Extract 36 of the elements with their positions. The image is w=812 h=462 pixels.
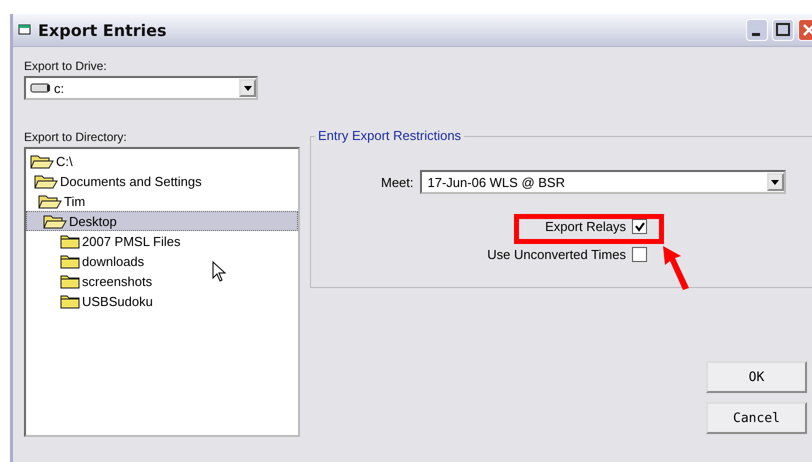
folder-item[interactable]: Desktop <box>26 211 298 231</box>
minimize-button[interactable] <box>746 19 768 41</box>
checkbox[interactable] <box>632 247 647 262</box>
group-title: Entry Export Restrictions <box>315 128 464 143</box>
folder-icon <box>60 253 80 269</box>
directory-label: Export to Directory: <box>24 130 128 144</box>
mouse-cursor-icon <box>212 261 226 283</box>
checkbox[interactable] <box>632 219 647 234</box>
folder-icon <box>60 293 80 309</box>
folder-item[interactable]: downloads <box>26 251 298 271</box>
folder-item[interactable]: Tim <box>26 191 298 211</box>
open-folder-icon <box>43 213 67 229</box>
drive-dropdown[interactable]: c: <box>24 76 258 100</box>
window-icon <box>18 24 32 36</box>
folder-item[interactable]: screenshots <box>26 271 298 291</box>
meet-label: Meet: <box>381 174 414 190</box>
dialog-button[interactable]: OK <box>706 361 807 393</box>
window-title: Export Entries <box>38 20 167 40</box>
folder-icon <box>60 233 80 249</box>
drive-label: Export to Drive: <box>24 59 108 73</box>
dropdown-arrow-icon <box>771 180 780 184</box>
folder-item[interactable]: 2007 PMSL Files <box>26 231 298 251</box>
open-folder-icon <box>38 193 62 209</box>
dialog-button[interactable]: Cancel <box>706 402 807 434</box>
open-folder-icon <box>34 173 58 189</box>
folder-item[interactable]: USBSudoku <box>26 291 298 311</box>
option-label: Export Relays <box>545 219 626 234</box>
folder-icon <box>60 273 80 289</box>
folder-item[interactable]: C:\ <box>26 151 298 171</box>
drive-icon <box>30 82 52 94</box>
maximize-button[interactable] <box>772 19 794 41</box>
open-folder-icon <box>30 153 54 169</box>
dropdown-arrow-icon <box>244 86 252 90</box>
folder-item[interactable]: Documents and Settings <box>26 171 298 191</box>
meet-dropdown[interactable]: 17-Jun-06 WLS @ BSR <box>420 170 786 194</box>
option-label: Use Unconverted Times <box>487 247 626 262</box>
